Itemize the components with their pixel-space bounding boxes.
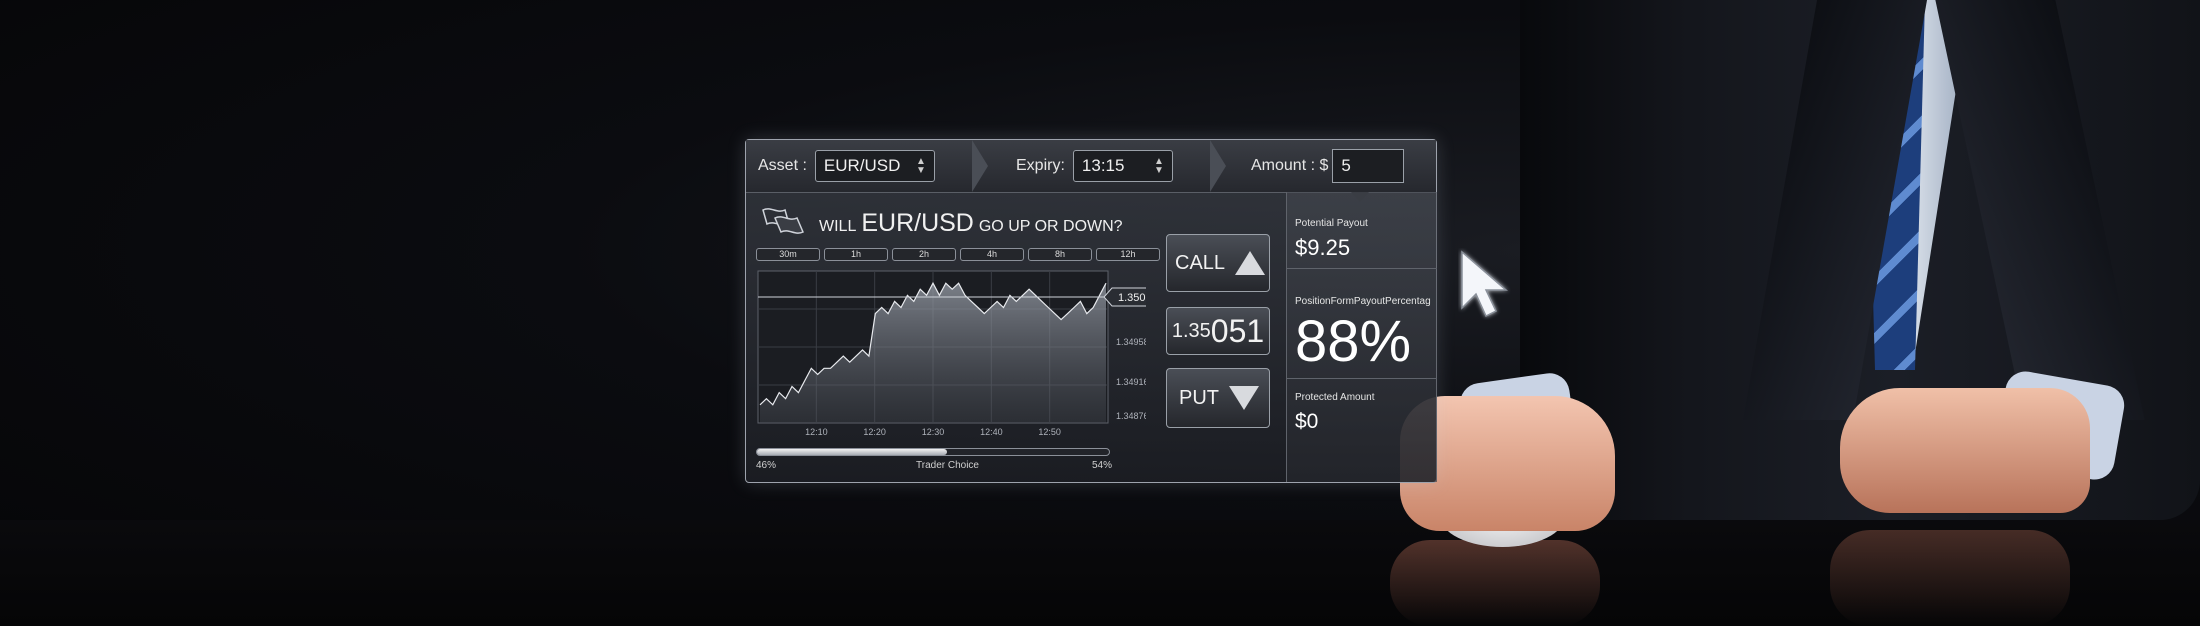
sidebar-notch — [1351, 192, 1369, 202]
amount-segment: Amount : $ — [1251, 140, 1405, 192]
timeframe-tabs: 30m 1h 2h 4h 8h 12h — [756, 248, 1160, 261]
prediction-question: WILL EUR/USD GO UP OR DOWN? — [759, 206, 1128, 236]
trader-choice-label: Trader Choice — [916, 460, 979, 471]
timeframe-tab-1h[interactable]: 1h — [824, 248, 888, 261]
expiry-select[interactable]: 13:15 ▲ ▼ — [1072, 150, 1173, 182]
trader-choice-bar — [756, 448, 1110, 456]
hand-reflection-left — [1390, 540, 1600, 626]
trader-choice-right-pct: 54% — [1091, 460, 1112, 471]
segment-divider-arrow — [1210, 140, 1226, 192]
current-price-tag-label: 1.35051 — [1118, 292, 1146, 304]
amount-label: Amount : $ — [1251, 157, 1329, 174]
payout-sidebar: Potential Payout $9.25 PositionFormPayou… — [1286, 192, 1437, 482]
asset-select[interactable]: EUR/USD ▲ ▼ — [814, 150, 935, 182]
expiry-segment: Expiry: 13:15 ▲ ▼ — [1016, 140, 1173, 192]
timeframe-tab-12h[interactable]: 12h — [1096, 248, 1160, 261]
currency-flags-icon — [762, 208, 804, 234]
asset-segment: Asset : EUR/USD ▲ ▼ — [758, 140, 935, 192]
put-button[interactable]: PUT — [1166, 368, 1270, 428]
timeframe-tab-2h[interactable]: 2h — [892, 248, 956, 261]
triangle-up-icon — [1235, 251, 1266, 275]
price-chart: 1.35051 1.34958 1.34916 1.34876 12:10 12:20 12… — [757, 270, 1146, 437]
timeframe-tab-8h[interactable]: 8h — [1028, 248, 1092, 261]
payout-percent-value: 88% — [1295, 309, 1412, 374]
question-prefix: WILL — [819, 218, 857, 235]
call-button[interactable]: CALL — [1166, 234, 1270, 292]
chart-x-tick-label: 12:30 — [922, 427, 945, 437]
call-button-label: CALL — [1175, 251, 1226, 274]
segment-divider-arrow — [972, 140, 988, 192]
trader-choice-left-pct: 46% — [756, 460, 777, 471]
protected-amount-value: $0 — [1295, 410, 1319, 433]
payout-percent-label: PositionFormPayoutPercentag — [1295, 296, 1431, 307]
expiry-select-value: 13:15 — [1081, 156, 1125, 175]
chart-x-tick-label: 12:20 — [863, 427, 886, 437]
cursor-pointer-icon — [1461, 249, 1509, 318]
hand-reflection-right — [1830, 530, 2070, 626]
chart-y-tick-label: 1.34876 — [1116, 411, 1146, 421]
chart-y-tick-label: 1.34916 — [1116, 377, 1146, 387]
amount-input[interactable] — [1332, 149, 1405, 183]
select-arrows-icon: ▲ ▼ — [1154, 156, 1164, 176]
sidebar-divider — [1287, 268, 1437, 269]
question-asset: EUR/USD — [861, 209, 974, 237]
asset-label: Asset : — [758, 157, 807, 174]
option-toolbar: Asset : EUR/USD ▲ ▼ Expiry: 13:15 ▲ ▼ Amou… — [746, 140, 1436, 193]
chart-x-tick-label: 12:50 — [1038, 427, 1061, 437]
protected-amount-label: Protected Amount — [1295, 392, 1375, 403]
expiry-label: Expiry: — [1016, 157, 1065, 174]
sidebar-divider — [1287, 378, 1437, 379]
timeframe-tab-30m[interactable]: 30m — [756, 248, 820, 261]
put-button-label: PUT — [1179, 386, 1219, 409]
triangle-down-icon — [1229, 386, 1259, 410]
chart-x-tick-label: 12:40 — [980, 427, 1003, 437]
question-suffix: GO UP OR DOWN? — [978, 218, 1123, 235]
timeframe-tab-4h[interactable]: 4h — [960, 248, 1024, 261]
chart-x-tick-label: 12:10 — [805, 427, 828, 437]
current-price-display: 1.35 051 — [1166, 307, 1270, 355]
asset-select-value: EUR/USD — [823, 156, 901, 175]
binary-option-panel: Asset : EUR/USD ▲ ▼ Expiry: 13:15 ▲ ▼ Amou… — [745, 139, 1437, 483]
potential-payout-label: Potential Payout — [1295, 218, 1368, 229]
hand-right — [1840, 388, 2090, 513]
select-arrows-icon: ▲ ▼ — [916, 156, 926, 176]
price-pips: 051 — [1210, 312, 1265, 349]
price-prefix: 1.35 — [1171, 319, 1211, 342]
trader-choice-fill — [757, 449, 948, 455]
chart-y-tick-label: 1.34958 — [1116, 337, 1146, 347]
potential-payout-value: $9.25 — [1295, 235, 1351, 260]
